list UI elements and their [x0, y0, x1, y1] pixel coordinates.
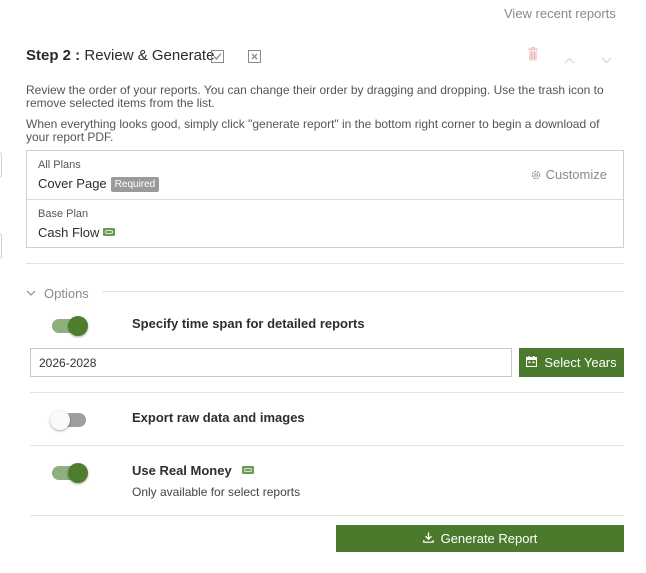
generate-report-button[interactable]: Generate Report [336, 525, 624, 552]
left-edge-handle [0, 233, 2, 259]
generate-report-label: Generate Report [440, 531, 538, 546]
chevron-up-icon[interactable] [564, 51, 575, 69]
left-edge-handle [0, 152, 2, 178]
option-divider [30, 392, 624, 393]
trash-icon[interactable] [527, 47, 539, 66]
step-number: Step 2 : [26, 47, 81, 64]
download-icon [422, 531, 434, 546]
step-header: Step 2 : Review & Generate [26, 47, 214, 64]
option-divider [30, 445, 624, 446]
report-item[interactable]: Base Plan Cash Flow [27, 199, 623, 247]
real-money-label: Use Real Money [132, 463, 232, 478]
toggle-knob [68, 463, 88, 483]
select-all-icon[interactable] [211, 50, 224, 68]
deselect-all-icon[interactable] [248, 50, 261, 68]
options-heading: Options [44, 286, 89, 301]
report-item[interactable]: All Plans Cover Page Required Customize [27, 151, 623, 199]
time-span-input[interactable] [30, 348, 512, 377]
options-heading-rule [102, 291, 624, 292]
customize-button[interactable]: Customize [531, 167, 607, 183]
select-years-label: Select Years [544, 355, 617, 370]
report-item-category: Base Plan [38, 208, 89, 220]
report-item-name-row: Cash Flow [38, 225, 116, 240]
time-span-toggle[interactable] [52, 316, 88, 336]
options-toggle[interactable]: Options [26, 284, 89, 301]
instructions-reorder: Review the order of your reports. You ca… [26, 83, 604, 110]
raw-data-label: Export raw data and images [132, 410, 305, 425]
select-years-button[interactable]: Select Years [519, 348, 624, 377]
chevron-down-icon[interactable] [601, 51, 612, 69]
toggle-knob [50, 410, 70, 430]
money-icon [103, 228, 116, 236]
option-divider [30, 515, 624, 516]
customize-label: Customize [545, 167, 607, 182]
real-money-label-row: Use Real Money [132, 463, 254, 478]
required-badge: Required [110, 177, 160, 192]
gear-icon [531, 168, 541, 183]
toggle-knob [68, 316, 88, 336]
report-item-category: All Plans [38, 159, 81, 171]
report-item-name: Cash Flow [38, 225, 100, 240]
chevron-down-icon [26, 284, 36, 299]
report-list: All Plans Cover Page Required Customize B… [26, 150, 624, 248]
instructions-generate: When everything looks good, simply click… [26, 117, 600, 144]
report-item-name: Cover Page [38, 176, 107, 191]
real-money-note: Only available for select reports [132, 485, 301, 499]
section-divider [26, 263, 624, 264]
view-recent-reports-link[interactable]: View recent reports [504, 6, 616, 21]
real-money-toggle[interactable] [52, 463, 88, 483]
time-span-label: Specify time span for detailed reports [132, 316, 365, 331]
money-icon [241, 466, 254, 474]
report-item-name-row: Cover Page Required [38, 176, 160, 192]
step-title: Review & Generate [84, 47, 215, 64]
calendar-icon [526, 355, 538, 370]
raw-data-toggle[interactable] [50, 410, 86, 430]
